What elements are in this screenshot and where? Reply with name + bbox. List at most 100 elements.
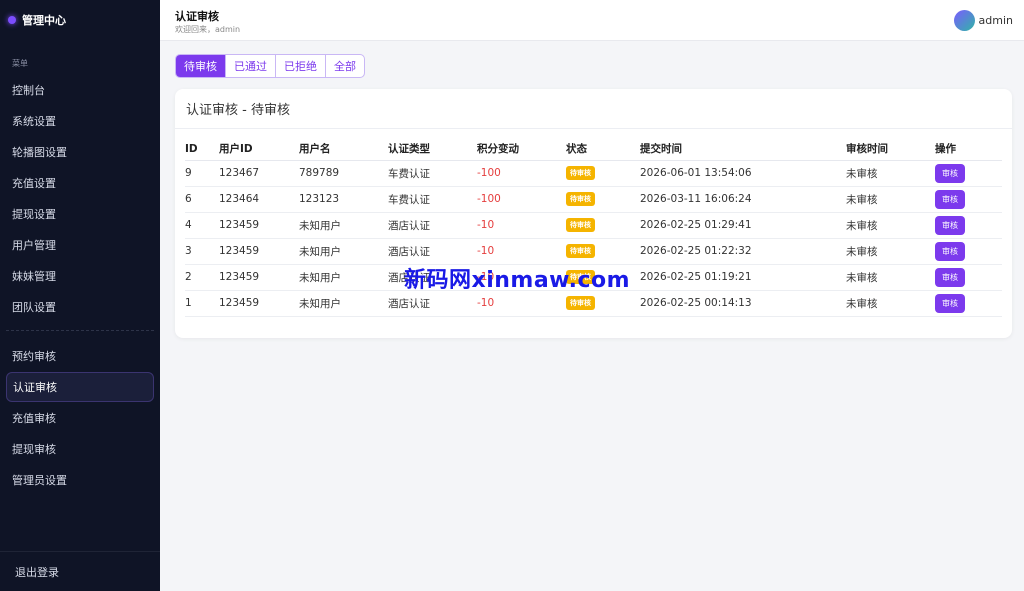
cell-id: 2: [185, 264, 219, 291]
logout-link[interactable]: 退出登录: [15, 564, 59, 580]
review-button[interactable]: 审核: [935, 189, 965, 209]
cell-action: 审核: [935, 238, 1002, 265]
cell-id: 3: [185, 238, 219, 265]
cell-username: 123123: [299, 186, 388, 213]
cell-submitted: 2026-06-01 13:54:06: [640, 160, 846, 187]
nav-group-review: 预约审核 认证审核 充值审核 提现审核 管理员设置: [0, 341, 160, 495]
cell-status: 待审核: [566, 160, 640, 187]
cell-id: 1: [185, 290, 219, 317]
cell-points: -100: [477, 186, 566, 213]
review-button[interactable]: 审核: [935, 293, 965, 313]
table-row: 9 123467 789789 车费认证 -100 待审核 2026-06-01 13:54…: [185, 160, 1002, 187]
tab-2[interactable]: 已拒绝: [275, 55, 325, 77]
cell-id: 6: [185, 186, 219, 213]
menu-heading: 菜单: [12, 59, 28, 68]
nav-divider: [6, 330, 154, 331]
tab-1[interactable]: 已通过: [225, 55, 275, 77]
status-tabs: 待审核 已通过 已拒绝 全部: [175, 54, 365, 78]
column-header: 提交时间: [640, 138, 846, 161]
cell-user-id: 123459: [219, 238, 299, 265]
sidebar: 管理中心 菜单 控制台 系统设置 轮播图设置 充值设置 提现设置 用户管理 妹妹管理 团队设置…: [0, 0, 160, 591]
cell-points: -10: [477, 238, 566, 265]
table-row: 4 123459 未知用户 酒店认证 -10 待审核 2026-02-25 01:29:41…: [185, 212, 1002, 239]
sidebar-item[interactable]: 充值设置: [6, 168, 154, 198]
column-header: 状态: [566, 138, 640, 161]
column-header: 审核时间: [846, 138, 935, 161]
status-badge: 待审核: [566, 218, 595, 232]
user-name[interactable]: admin: [979, 14, 1013, 27]
tab-3[interactable]: 全部: [325, 55, 364, 77]
cell-username: 789789: [299, 160, 388, 187]
sidebar-item[interactable]: 提现设置: [6, 199, 154, 229]
status-badge: 待审核: [566, 166, 595, 180]
column-header: 积分变动: [477, 138, 566, 161]
cell-type: 车费认证: [388, 186, 477, 213]
cell-action: 审核: [935, 160, 1002, 187]
sidebar-item[interactable]: 团队设置: [6, 292, 154, 322]
cell-submitted: 2026-03-11 16:06:24: [640, 186, 846, 213]
cell-status: 待审核: [566, 238, 640, 265]
review-button[interactable]: 审核: [935, 163, 965, 183]
cell-user-id: 123464: [219, 186, 299, 213]
cell-action: 审核: [935, 290, 1002, 317]
column-header: 用户ID: [219, 138, 299, 161]
sidebar-item[interactable]: 用户管理: [6, 230, 154, 260]
cell-user-id: 123459: [219, 290, 299, 317]
review-card: 认证审核 - 待审核 ID 用户ID 用户名 认证类型 积分变动 状态 提交时间 审核时间 操作…: [175, 89, 1012, 338]
cell-reviewed: 未审核: [846, 290, 935, 317]
cell-username: 未知用户: [299, 238, 388, 265]
cell-action: 审核: [935, 264, 1002, 291]
cell-type: 酒店认证: [388, 238, 477, 265]
page-title: 认证审核: [175, 10, 219, 23]
sidebar-item[interactable]: 系统设置: [6, 106, 154, 136]
sidebar-item[interactable]: 轮播图设置: [6, 137, 154, 167]
status-badge: 待审核: [566, 296, 595, 310]
review-button[interactable]: 审核: [935, 241, 965, 261]
sidebar-item[interactable]: 控制台: [6, 75, 154, 105]
cell-submitted: 2026-02-25 01:22:32: [640, 238, 846, 265]
cell-reviewed: 未审核: [846, 238, 935, 265]
cell-user-id: 123467: [219, 160, 299, 187]
header: 认证审核 欢迎回来，admin admin: [160, 0, 1024, 41]
cell-id: 4: [185, 212, 219, 239]
table-row: 3 123459 未知用户 酒店认证 -10 待审核 2026-02-25 01:22:32…: [185, 238, 1002, 265]
cell-points: -10: [477, 212, 566, 239]
column-header: 认证类型: [388, 138, 477, 161]
cell-status: 待审核: [566, 212, 640, 239]
status-badge: 待审核: [566, 244, 595, 258]
cell-username: 未知用户: [299, 264, 388, 291]
cell-user-id: 123459: [219, 264, 299, 291]
avatar[interactable]: [954, 10, 975, 31]
review-button[interactable]: 审核: [935, 215, 965, 235]
cell-username: 未知用户: [299, 290, 388, 317]
tab-0[interactable]: 待审核: [176, 55, 225, 77]
sidebar-item[interactable]: 充值审核: [6, 403, 154, 433]
cell-submitted: 2026-02-25 00:14:13: [640, 290, 846, 317]
cell-type: 车费认证: [388, 160, 477, 187]
cell-reviewed: 未审核: [846, 160, 935, 187]
column-header: ID: [185, 138, 219, 161]
sidebar-item[interactable]: 认证审核: [6, 372, 154, 402]
cell-submitted: 2026-02-25 01:19:21: [640, 264, 846, 291]
cell-reviewed: 未审核: [846, 264, 935, 291]
cell-submitted: 2026-02-25 01:29:41: [640, 212, 846, 239]
review-button[interactable]: 审核: [935, 267, 965, 287]
brand: 管理中心: [0, 0, 160, 40]
sidebar-item[interactable]: 提现审核: [6, 434, 154, 464]
column-header: 用户名: [299, 138, 388, 161]
cell-status: 待审核: [566, 186, 640, 213]
card-title: 认证审核 - 待审核: [175, 89, 1012, 129]
cell-reviewed: 未审核: [846, 212, 935, 239]
sidebar-item[interactable]: 预约审核: [6, 341, 154, 371]
sidebar-item[interactable]: 管理员设置: [6, 465, 154, 495]
column-header: 操作: [935, 138, 1002, 161]
nav-group-main: 控制台 系统设置 轮播图设置 充值设置 提现设置 用户管理 妹妹管理 团队设置: [0, 75, 160, 322]
table-header-row: ID 用户ID 用户名 认证类型 积分变动 状态 提交时间 审核时间 操作: [185, 138, 1002, 161]
brand-dot-icon: [8, 16, 16, 24]
welcome-text: 欢迎回来，admin: [175, 25, 241, 34]
brand-title: 管理中心: [22, 14, 66, 27]
cell-points: -100: [477, 160, 566, 187]
sidebar-item[interactable]: 妹妹管理: [6, 261, 154, 291]
cell-user-id: 123459: [219, 212, 299, 239]
cell-reviewed: 未审核: [846, 186, 935, 213]
